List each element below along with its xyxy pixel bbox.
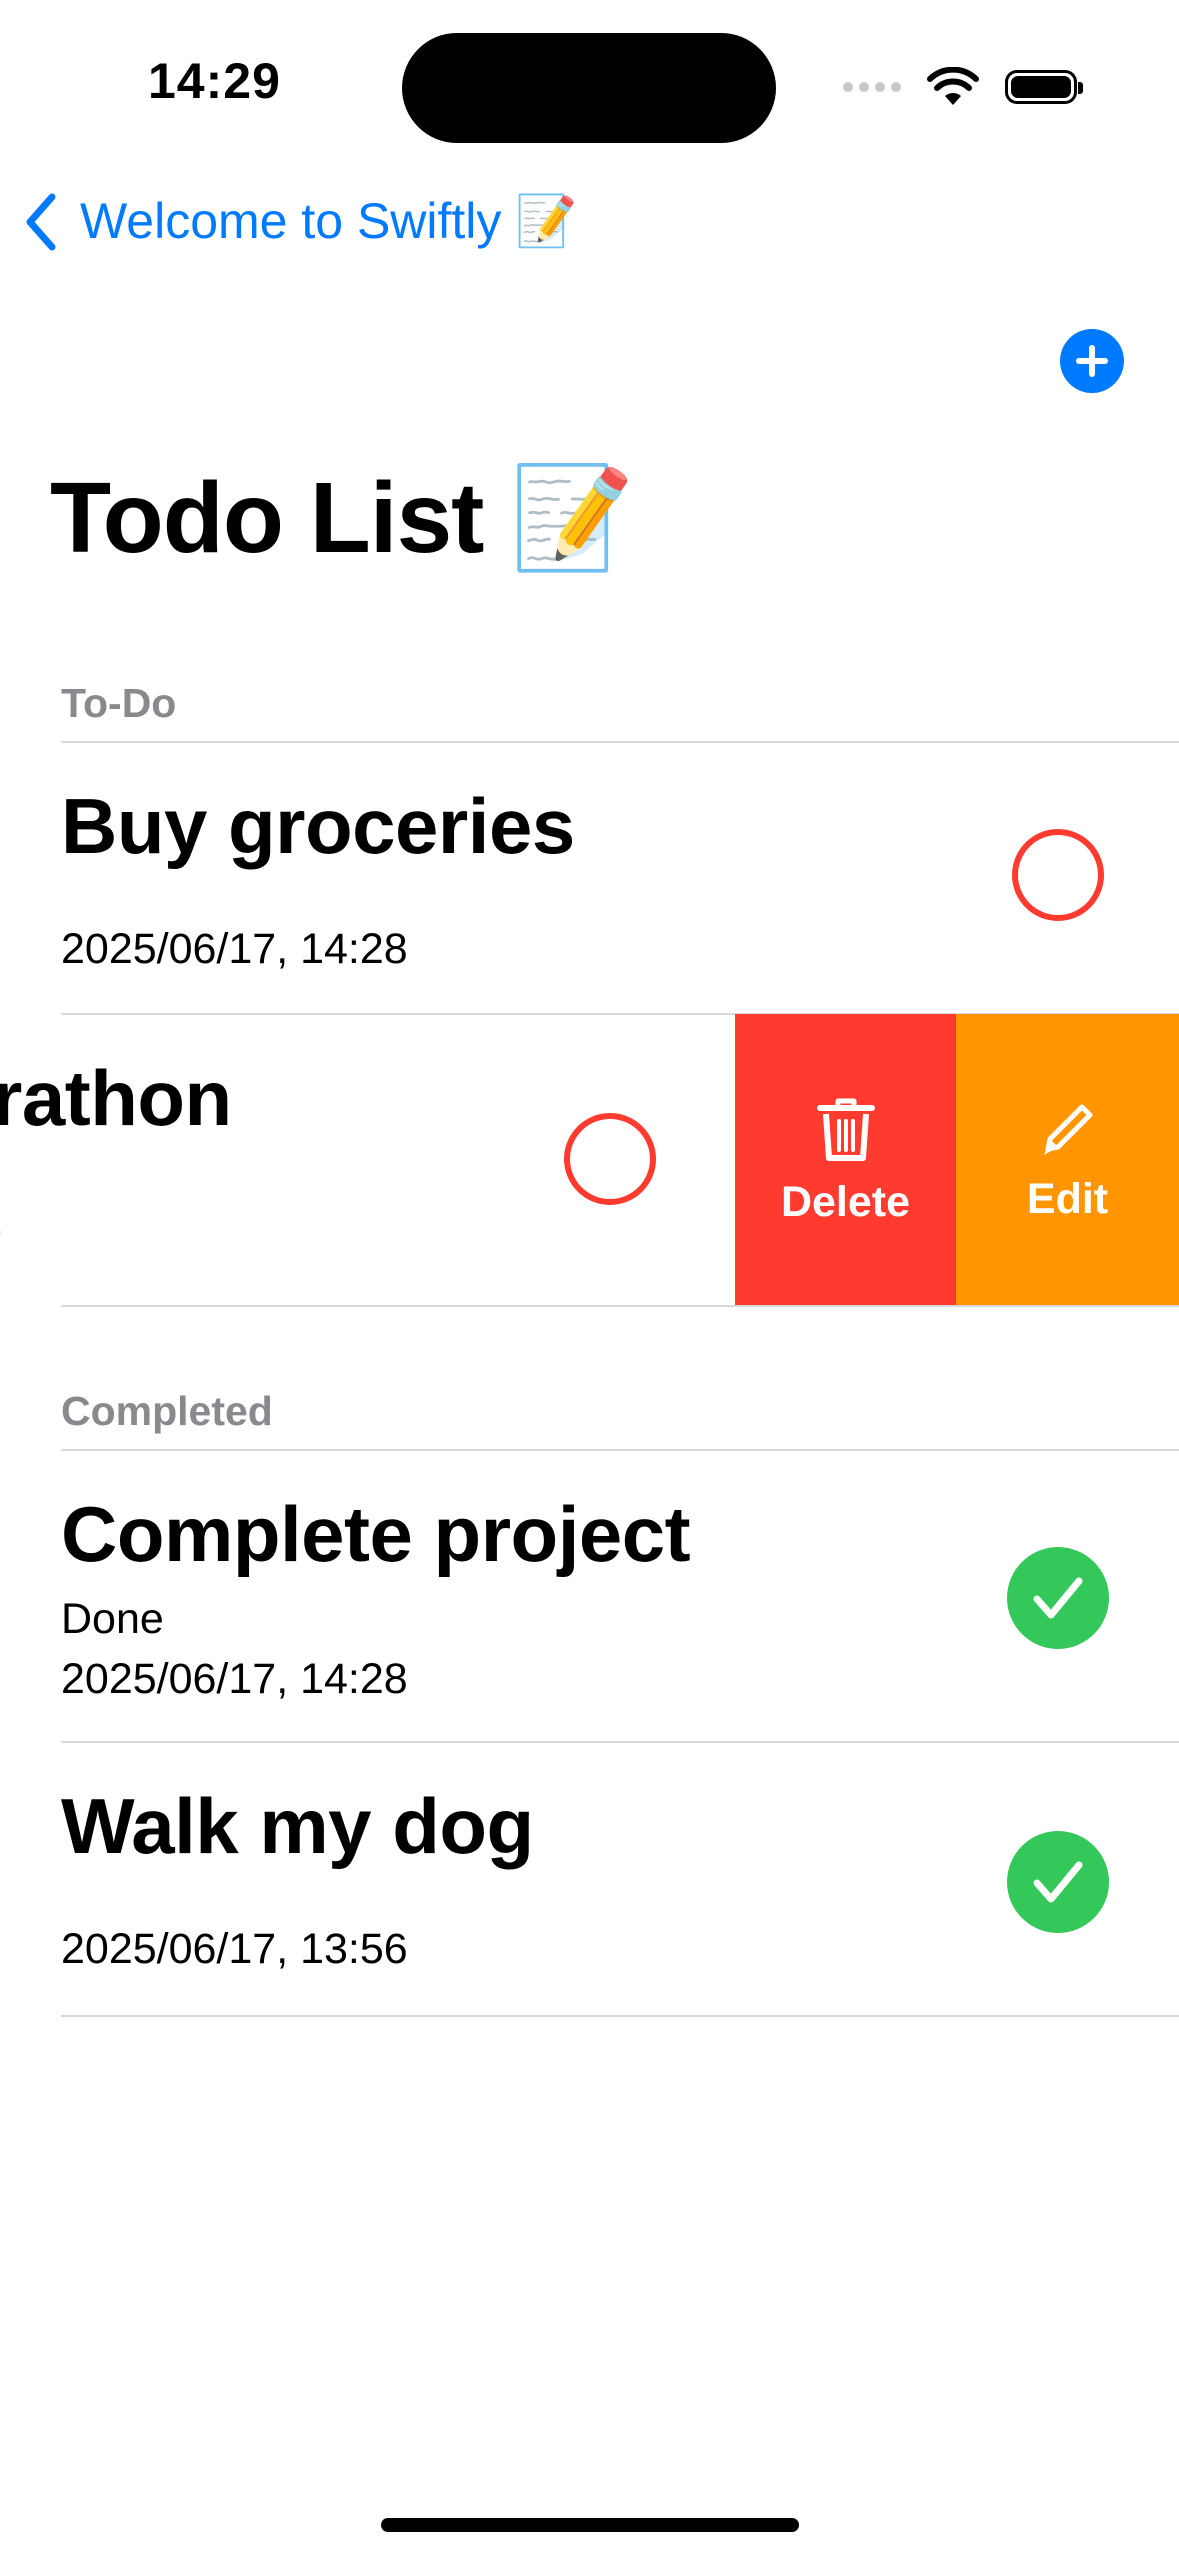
incomplete-toggle[interactable] <box>564 1113 656 1205</box>
complete-toggle[interactable] <box>1007 1547 1109 1649</box>
complete-toggle[interactable] <box>1007 1831 1109 1933</box>
checkmark-icon <box>1033 1577 1083 1619</box>
status-icons <box>843 62 1083 112</box>
todo-date: , <box>0 1197 4 1246</box>
back-button[interactable]: Welcome to Swiftly 📝 <box>24 192 578 251</box>
list-item[interactable]: Walk my dog 2025/06/17, 13:56 <box>0 1743 1179 2015</box>
edit-button[interactable]: Edit <box>956 1014 1179 1307</box>
todo-date: 2025/06/17, 13:56 <box>61 1925 408 1973</box>
trash-icon <box>816 1098 875 1161</box>
add-todo-button[interactable] <box>1060 329 1124 393</box>
edit-label: Edit <box>1026 1175 1109 1223</box>
todo-title: Complete project <box>61 1490 691 1578</box>
dynamic-island <box>402 33 776 143</box>
todo-date: 2025/06/17, 14:28 <box>61 1655 408 1703</box>
divider <box>61 1305 1179 1307</box>
page-title: Todo List 📝 <box>50 462 635 574</box>
todo-title: Buy groceries <box>61 782 575 870</box>
todo-note: Done <box>61 1595 164 1643</box>
back-label: Welcome to Swiftly 📝 <box>80 193 578 249</box>
home-indicator[interactable] <box>381 2518 799 2532</box>
section-header-todo: To-Do <box>61 680 177 726</box>
list-item[interactable]: Complete project Done 2025/06/17, 14:28 <box>0 1451 1179 1741</box>
battery-icon <box>1005 70 1083 104</box>
status-time: 14:29 <box>148 53 281 109</box>
chevron-left-icon <box>26 193 56 250</box>
incomplete-toggle[interactable] <box>1012 829 1104 921</box>
wifi-icon <box>927 67 979 105</box>
delete-button[interactable]: Delete <box>735 1014 956 1307</box>
todo-title: Walk my dog <box>61 1782 534 1870</box>
checkmark-icon <box>1033 1861 1083 1903</box>
pencil-icon <box>1043 1104 1092 1155</box>
todo-date: 2025/06/17, 14:28 <box>61 925 408 973</box>
todo-title: rathon <box>0 1054 232 1142</box>
list-item-swiped[interactable]: rathon , <box>0 1015 735 1307</box>
section-header-completed: Completed <box>61 1388 273 1434</box>
cellular-signal-icon <box>843 82 901 92</box>
divider <box>61 2015 1179 2017</box>
delete-label: Delete <box>780 1178 911 1226</box>
plus-icon <box>1076 345 1108 377</box>
list-item[interactable]: Buy groceries 2025/06/17, 14:28 <box>0 743 1179 1013</box>
